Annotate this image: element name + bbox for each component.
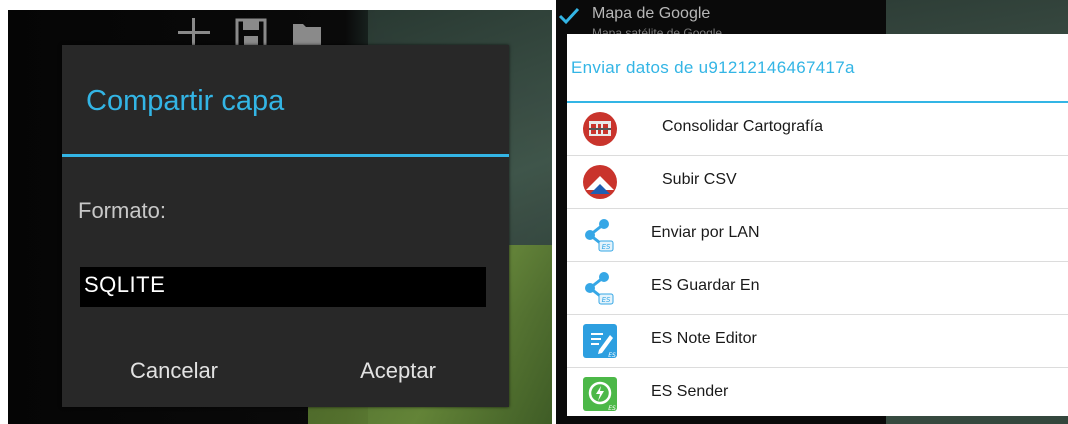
share-app-enviar-por-lan[interactable]: ES Enviar por LAN <box>567 209 1068 262</box>
layer-item-sublabel: Mapa satélite de Google <box>592 26 723 34</box>
layer-item-google-maps[interactable]: Mapa de Google Mapa satélite de Google <box>556 0 1068 34</box>
share-app-label: ES Sender <box>651 383 729 400</box>
layer-item-label: Mapa de Google <box>592 5 711 22</box>
dialog-title-divider <box>62 154 509 157</box>
share-app-label: Subir CSV <box>662 171 737 188</box>
left-screen: Compartir capa Formato: SQLITE Cancelar … <box>8 10 552 424</box>
share-app-es-sender[interactable]: ES ES Sender <box>567 368 1068 420</box>
es-share-icon: ES <box>582 217 618 253</box>
accept-button[interactable]: Aceptar <box>298 345 498 397</box>
svg-text:ES: ES <box>608 352 616 359</box>
svg-text:ES: ES <box>602 243 611 251</box>
share-chooser: Enviar datos de u91212146467417a Consoli… <box>567 34 1068 416</box>
right-screen: Mapa de Google Mapa satélite de Google E… <box>556 0 1068 424</box>
share-app-subir-csv[interactable]: Subir CSV <box>567 156 1068 209</box>
es-share-icon: ES <box>582 270 618 306</box>
share-app-label: ES Guardar En <box>651 277 760 294</box>
es-sender-icon: ES <box>582 376 618 412</box>
es-note-editor-icon: ES <box>582 323 618 359</box>
share-app-consolidar-cartografia[interactable]: Consolidar Cartografía <box>567 103 1068 156</box>
dialog-title: Compartir capa <box>86 85 285 117</box>
format-label: Formato: <box>78 198 167 223</box>
format-value: SQLITE <box>84 272 166 297</box>
subir-csv-icon <box>582 164 618 200</box>
share-app-label: ES Note Editor <box>651 330 757 347</box>
share-app-es-note-editor[interactable]: ES ES Note Editor <box>567 315 1068 368</box>
format-select[interactable]: SQLITE <box>80 267 486 307</box>
cancel-button[interactable]: Cancelar <box>74 345 274 397</box>
svg-text:ES: ES <box>602 296 611 304</box>
share-app-label: Consolidar Cartografía <box>662 118 823 135</box>
share-title: Enviar datos de u91212146467417a <box>571 58 855 77</box>
svg-text:ES: ES <box>608 405 616 412</box>
share-app-es-guardar-en[interactable]: ES ES Guardar En <box>567 262 1068 315</box>
check-icon <box>558 6 580 31</box>
consolidar-cartografia-icon <box>582 111 618 147</box>
share-layer-dialog: Compartir capa Formato: SQLITE Cancelar … <box>62 45 509 407</box>
share-app-label: Enviar por LAN <box>651 224 760 241</box>
